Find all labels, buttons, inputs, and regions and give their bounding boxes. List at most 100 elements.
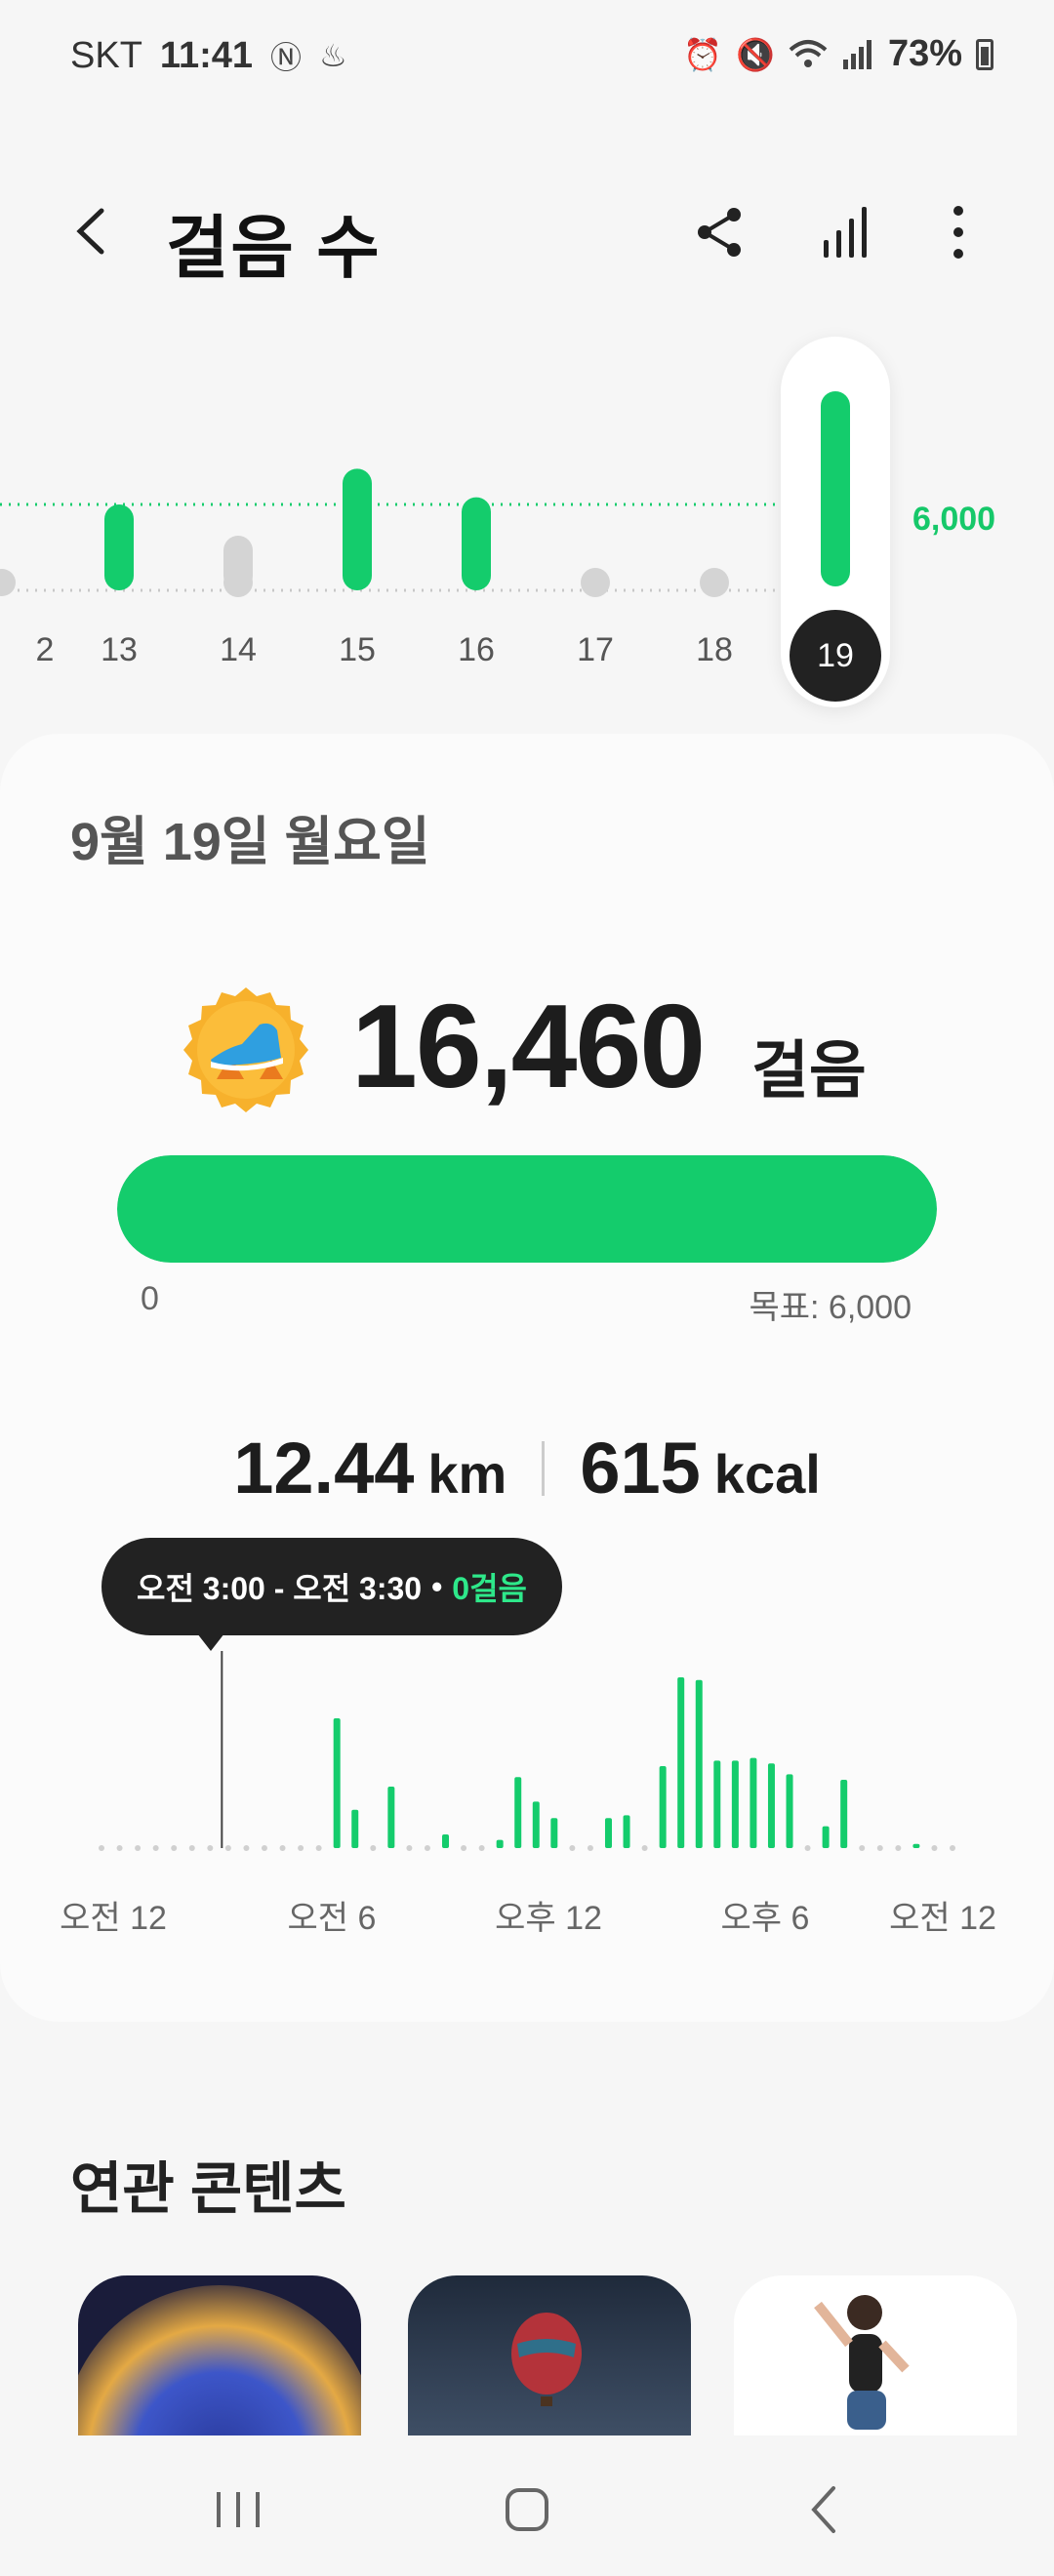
divider [542,1440,546,1496]
calories-unit: kcal [713,1443,821,1505]
hour-bar [840,1780,848,1848]
hour-bar [750,1757,757,1848]
empty-slot-dot [188,1845,195,1851]
daily-steps-chart: 6,000 2 13 14 15 16 17 18 19 [0,337,1054,717]
hour-bar [659,1766,667,1848]
empty-slot-dot [461,1845,467,1851]
system-nav-bar [0,2435,1054,2576]
tooltip-pointer [197,1633,224,1651]
battery-percent: 73% [887,33,962,74]
hourly-steps-chart[interactable] [0,1651,1054,1885]
empty-slot-dot [171,1845,178,1851]
alarm-icon: ⏰ [683,36,723,72]
day-bar [700,568,729,597]
related-content-title: 연관 콘텐츠 [70,2157,346,2221]
empty-slot-dot [116,1845,123,1851]
tooltip-value: 0걸음 [452,1571,527,1606]
empty-slot-dot [315,1845,322,1851]
empty-slot-dot [804,1845,811,1851]
empty-slot-dot [298,1845,304,1851]
day-bar [223,536,253,590]
page-title: 걸음 수 [166,210,382,286]
tooltip-bullet: • [431,1568,443,1604]
hour-bar [677,1677,685,1848]
carrier: SKT [70,34,142,76]
day-bar [104,504,134,590]
hour-bar [713,1760,721,1848]
empty-slot-dot [876,1845,883,1851]
wifi-icon [789,39,828,67]
empty-slot-dot [152,1845,159,1851]
empty-slot-dot [641,1845,648,1851]
day-label[interactable]: 13 [80,631,158,669]
hour-bar [387,1787,395,1848]
home-button[interactable] [488,2471,566,2549]
goal-achieved-badge [183,987,308,1112]
day-bar [343,468,372,590]
x-axis-label: 오전 6 [287,1900,377,1937]
steps-count: 16,460 [351,980,706,1112]
date-label: 9월 19일 월요일 [70,813,430,871]
day-label[interactable]: 2 [6,631,84,669]
x-axis-label: 오전 12 [889,1900,996,1937]
chevron-left-icon [76,208,104,255]
empty-slot-dot [424,1845,430,1851]
hour-bar [442,1834,450,1848]
day-bar [0,569,16,596]
system-back-button[interactable] [787,2471,865,2549]
day-label[interactable]: 15 [318,631,396,669]
signal-icon [842,39,872,69]
empty-slot-dot [207,1845,214,1851]
app-header: 걸음 수 [0,176,1054,293]
hour-bar [786,1774,793,1848]
hour-bar [333,1718,341,1848]
empty-slot-dot [569,1845,576,1851]
status-left: SKT 11:41 Ⓝ ♨ [70,33,347,78]
empty-slot-dot [895,1845,902,1851]
back-button[interactable] [59,197,127,265]
progress-goal-label: 목표: 6,000 [749,1289,912,1326]
daily-bars [0,391,850,597]
battery-icon [976,38,993,70]
empty-slot-dot [859,1845,866,1851]
hour-bar [514,1777,522,1848]
empty-slot-dot [224,1845,231,1851]
recent-apps-icon [217,2492,260,2527]
empty-slot-dot [261,1845,267,1851]
hour-bar [822,1826,830,1848]
tooltip-range: 오전 3:00 - 오전 3:30 [137,1571,423,1606]
share-icon [698,208,741,257]
x-axis-label: 오후 12 [495,1900,602,1937]
hour-bar [496,1839,504,1848]
day-label[interactable]: 18 [675,631,753,669]
daily-summary-card: 9월 19일 월요일 16,460 걸음 0 목표: 6,000 12.44 k… [0,734,1054,2022]
hour-bar [532,1801,540,1848]
empty-slot-dot [370,1845,377,1851]
selected-day-badge[interactable]: 19 [790,610,881,702]
day-label[interactable]: 14 [199,631,277,669]
day-bar [821,391,850,586]
day-label[interactable]: 16 [437,631,515,669]
goal-progress-fill [117,1155,937,1263]
empty-slot-dot [931,1845,938,1851]
home-icon [506,2488,548,2531]
more-options-button[interactable] [923,197,993,267]
hour-bar [731,1760,739,1848]
progress-min-label: 0 [141,1280,159,1317]
day-label[interactable]: 17 [556,631,634,669]
day-bar [581,568,610,597]
empty-slot-dot [478,1845,485,1851]
hour-bar [351,1809,359,1848]
hour-bar [604,1818,612,1848]
calories-value: 615 [580,1428,701,1509]
trends-button[interactable] [810,197,880,267]
time-tooltip: 오전 3:00 - 오전 3:30 • 0걸음 [101,1538,562,1635]
hour-bar [912,1843,920,1848]
recent-apps-button[interactable] [199,2471,277,2549]
status-bar: SKT 11:41 Ⓝ ♨ ⏰ 🔇 73% [0,0,1054,109]
empty-slot-dot [99,1845,104,1851]
empty-slot-dot [279,1845,286,1851]
more-vertical-icon [953,206,963,259]
share-button[interactable] [685,197,755,267]
day-bar [462,497,491,590]
